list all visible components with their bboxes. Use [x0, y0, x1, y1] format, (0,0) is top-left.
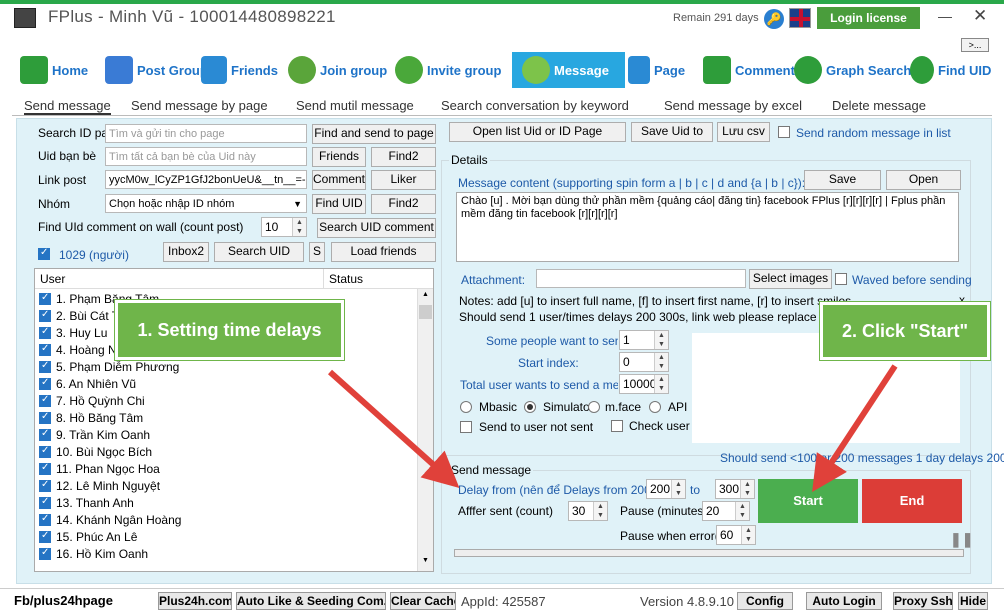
- app-id: AppId: 425587: [461, 594, 546, 609]
- auto-login-button[interactable]: Auto Login: [806, 592, 882, 610]
- config-button[interactable]: Config: [737, 592, 793, 610]
- status-bar: Fb/plus24hpage Plus24h.com Auto Like & S…: [0, 588, 1004, 612]
- auto-like-button[interactable]: Auto Like & Seeding Com...: [236, 592, 386, 610]
- arrow-2: [812, 364, 898, 493]
- fb-page-link[interactable]: Fb/plus24hpage: [14, 593, 113, 608]
- version: Version 4.8.9.10: [640, 594, 734, 609]
- proxy-ssh-button[interactable]: Proxy Ssh: [893, 592, 953, 610]
- callout-click-start: 2. Click "Start": [820, 302, 990, 360]
- arrow-1: [327, 369, 460, 489]
- hide-button[interactable]: Hide: [958, 592, 988, 610]
- clear-cache-button[interactable]: Clear Cache: [390, 592, 456, 610]
- callout-setting-delays: 1. Setting time delays: [115, 300, 344, 360]
- plus24h-button[interactable]: Plus24h.com: [158, 592, 232, 610]
